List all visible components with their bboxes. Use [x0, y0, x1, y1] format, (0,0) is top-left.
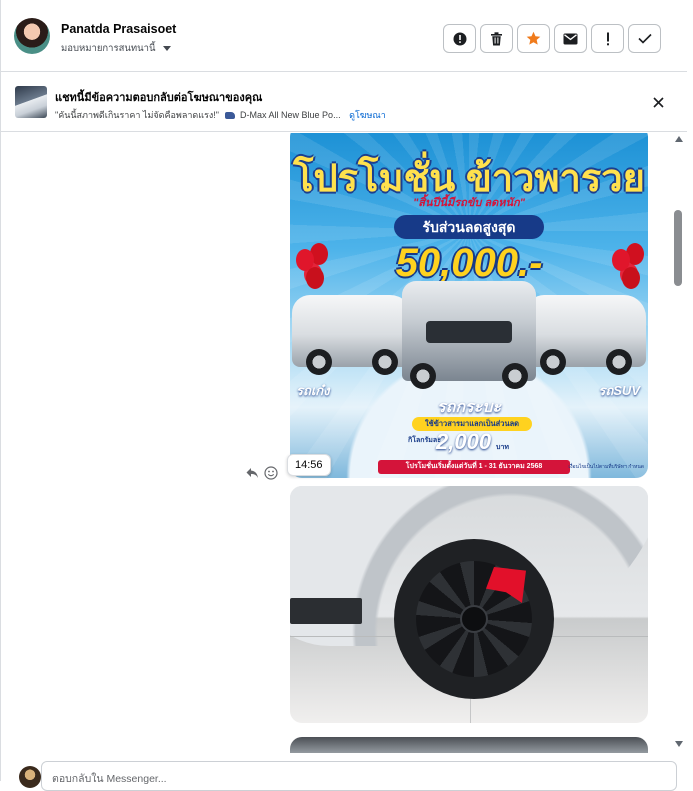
- message-thread[interactable]: โปรโมชั่น ข้าวพารวย "สิ้นปีนี้มีรถขับ ลด…: [1, 133, 687, 753]
- conversation-panel: Panatda Prasaisoet มอบหมายการสนทนานี้ แช…: [0, 0, 693, 791]
- assign-conversation-dropdown[interactable]: มอบหมายการสนทนานี้: [61, 41, 171, 56]
- promo-discount-pill: รับส่วนลดสูงสุด: [394, 215, 544, 239]
- sedan-car-image: [292, 295, 412, 375]
- envelope-icon: [563, 33, 578, 44]
- scroll-thumb[interactable]: [674, 210, 682, 286]
- side-step: [290, 598, 362, 624]
- pickup-car-image: [402, 281, 536, 389]
- promo-date: โปรโมชั่นเริ่มตั้งแต่วันที่ 1 - 31 ธันวา…: [378, 460, 570, 474]
- rim-red-accent: [486, 567, 526, 603]
- page-avatar: [19, 766, 41, 788]
- promo-image-message[interactable]: โปรโมชั่น ข้าวพารวย "สิ้นปีนี้มีรถขับ ลด…: [290, 133, 648, 478]
- ad-name: D-Max All New Blue Po...: [240, 110, 341, 120]
- close-banner-button[interactable]: [649, 93, 667, 111]
- follow-up-button[interactable]: [591, 24, 624, 53]
- per-kg-value: 2,000: [436, 429, 492, 454]
- tire-image: [394, 539, 554, 699]
- timestamp-tooltip: 14:56: [287, 454, 331, 476]
- mark-done-button[interactable]: [628, 24, 661, 53]
- smiley-icon: [264, 466, 278, 480]
- star-icon: [526, 31, 541, 45]
- check-icon: [637, 33, 652, 44]
- mark-unread-button[interactable]: [554, 24, 587, 53]
- reply-button[interactable]: [245, 466, 261, 482]
- trash-icon: [491, 31, 502, 45]
- reply-arrow-icon: [246, 468, 258, 478]
- reply-input[interactable]: ตอบกลับใน Messenger...: [41, 761, 677, 791]
- assign-label: มอบหมายการสนทนานี้: [61, 43, 156, 54]
- ad-reply-banner: แชทนี้มีข้อความตอบกลับต่อโฆษณาของคุณ "คั…: [1, 73, 687, 132]
- rim-image: [416, 561, 532, 677]
- car-icon: [224, 112, 235, 119]
- view-ad-link[interactable]: ดูโฆษณา: [349, 110, 386, 120]
- per-kg-unit: บาท: [496, 444, 509, 451]
- conversation-header: Panatda Prasaisoet มอบหมายการสนทนานี้: [1, 0, 687, 72]
- promo-fine-print: เงื่อนไขเป็นไปตามที่บริษัทฯ กำหนด: [568, 464, 644, 470]
- promo-amount: 50,000.-: [395, 241, 543, 285]
- exclamation-icon: [606, 32, 609, 45]
- delete-button[interactable]: [480, 24, 513, 53]
- wheel-hub: [460, 605, 488, 633]
- alert-circle-icon: [453, 32, 466, 45]
- contact-name[interactable]: Panatda Prasaisoet: [61, 22, 176, 36]
- react-button[interactable]: [264, 466, 280, 482]
- interior-photo-message[interactable]: [290, 737, 648, 753]
- balloons-left-icon: [294, 243, 328, 303]
- scroll-down-arrow-icon[interactable]: [675, 741, 683, 747]
- promo-subtitle: "สิ้นปีนี้มีรถขับ ลดหนัก": [413, 197, 525, 209]
- header-actions: [443, 24, 661, 53]
- contact-avatar[interactable]: [14, 18, 50, 54]
- wheel-photo-message[interactable]: [290, 486, 648, 723]
- close-icon: [652, 96, 664, 108]
- report-spam-button[interactable]: [443, 24, 476, 53]
- balloons-right-icon: [610, 243, 644, 303]
- star-button[interactable]: [517, 24, 550, 53]
- scroll-up-arrow-icon[interactable]: [675, 136, 683, 142]
- thread-scrollbar[interactable]: [672, 133, 686, 753]
- suv-car-image: [526, 295, 646, 375]
- composer: ตอบกลับใน Messenger...: [1, 753, 687, 791]
- ad-banner-title: แชทนี้มีข้อความตอบกลับต่อโฆษณาของคุณ: [55, 92, 263, 104]
- ad-banner-subtitle: "คันนี้สภาพดีเกินราคา ไม่จัดคือพลาดแรง!"…: [55, 108, 386, 122]
- ad-thumbnail[interactable]: [15, 86, 47, 118]
- caret-down-icon: [162, 46, 171, 51]
- ad-snippet: "คันนี้สภาพดีเกินราคา ไม่จัดคือพลาดแรง!": [55, 110, 219, 120]
